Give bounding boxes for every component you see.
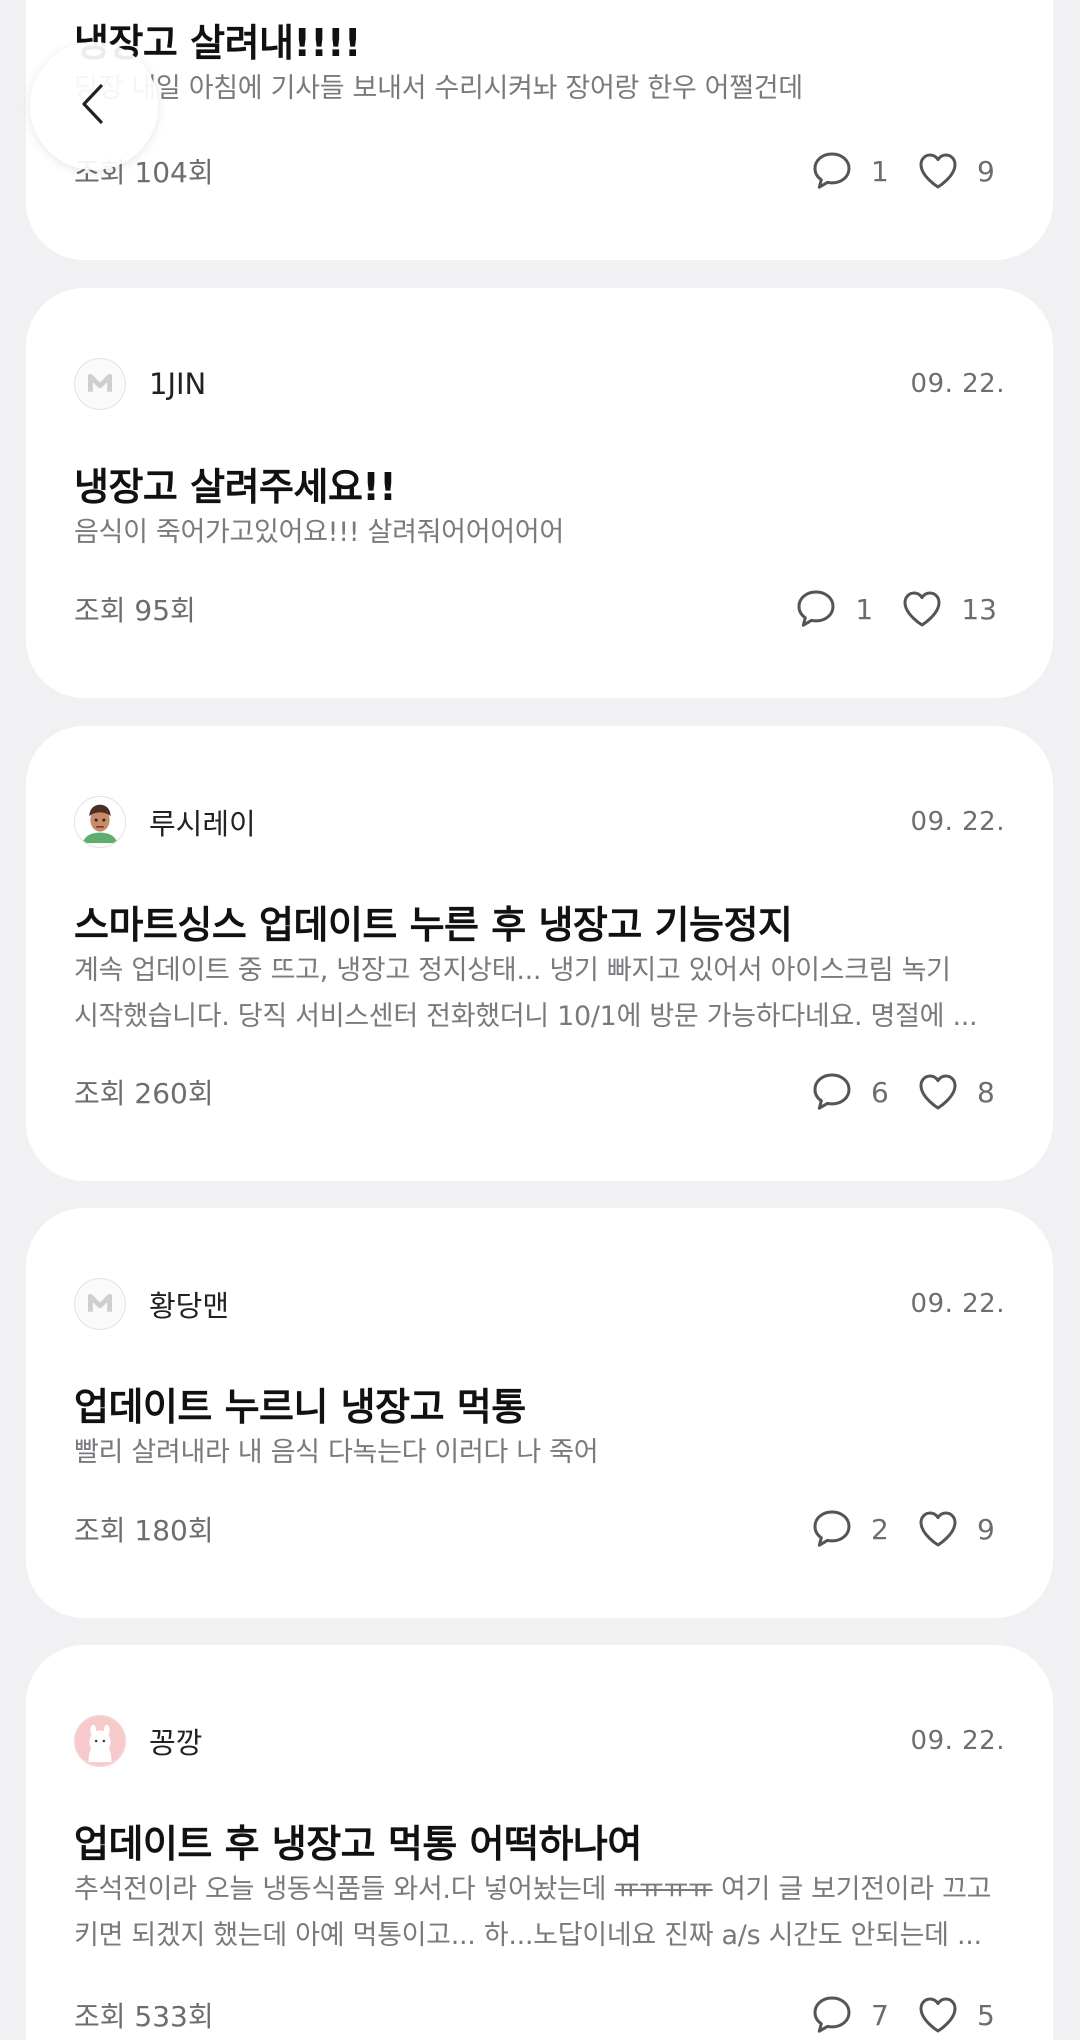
post-title: 스마트싱스 업데이트 누른 후 냉장고 기능정지	[74, 903, 793, 947]
author-name[interactable]: 1JIN	[149, 367, 206, 401]
post-stats: 조회 533회 7 5	[74, 1990, 1005, 2040]
like-count: 5	[977, 1998, 995, 2032]
excerpt-line: 음식이 죽어가고있어요!!! 살려줘어어어어어	[74, 517, 564, 548]
view-count: 조회 180회	[74, 1514, 214, 1547]
comment-count: 1	[855, 592, 874, 626]
heart-icon[interactable]	[915, 1506, 961, 1552]
excerpt-line: 계속 업데이트 중 뜨고, 냉장고 정지상태... 냉기 빠지고 있어서 아이스…	[74, 955, 951, 986]
post-title: 냉장고 살려주세요!!	[74, 465, 397, 509]
like-count: 8	[977, 1075, 995, 1109]
heart-icon[interactable]	[899, 586, 945, 632]
post-card[interactable]: 황당맨 09. 22. 업데이트 누르니 냉장고 먹통 빨리 살려내라 내 음식…	[26, 1208, 1053, 1618]
author-name[interactable]: 루시레이	[149, 801, 256, 843]
like-count: 13	[961, 592, 997, 626]
comment-icon[interactable]	[809, 1506, 855, 1552]
post-stats: 조회 95회 1 13	[74, 584, 1005, 634]
excerpt-line: 빨리 살려내라 내 음식 다녹는다 이러다 나 죽어	[74, 1437, 599, 1468]
post-date: 09. 22.	[910, 369, 1005, 399]
post-date: 09. 22.	[910, 807, 1005, 837]
comment-count: 2	[871, 1512, 889, 1546]
excerpt-line: 추석전이라 오늘 냉동식품들 와서.다 넣어놨는데 ㅠㅠㅠㅠ 여기 글 보기전이…	[74, 1867, 1005, 1913]
excerpt-line: 키면 되겠지 했는데 아예 먹통이고... 하...노답이네요 진짜 a/s 시…	[74, 1920, 982, 1951]
post-title: 냉장고 살려내!!!!	[74, 21, 361, 65]
post-card[interactable]: 루시레이 09. 22. 스마트싱스 업데이트 누른 후 냉장고 기능정지 계속…	[26, 726, 1053, 1181]
comment-icon[interactable]	[809, 148, 855, 194]
author-name[interactable]: 꽁깡	[149, 1720, 202, 1762]
post-date: 09. 22.	[910, 1726, 1005, 1756]
heart-icon[interactable]	[915, 1069, 961, 1115]
post-stats: 조회 180회 2 9	[74, 1504, 1005, 1554]
post-stats: 조회 104회 1 9	[74, 146, 1005, 196]
view-count: 조회 533회	[74, 2000, 214, 2033]
back-button[interactable]	[30, 42, 158, 170]
post-excerpt: 계속 업데이트 중 뜨고, 냉장고 정지상태... 냉기 빠지고 있어서 아이스…	[74, 948, 1005, 1040]
post-card[interactable]: 냉장고 살려내!!!! 당장 내일 아침에 기사들 보내서 수리시켜놔 장어랑 …	[26, 0, 1053, 260]
comment-icon[interactable]	[809, 1069, 855, 1115]
post-stats: 조회 260회 6 8	[74, 1067, 1005, 1117]
comment-icon[interactable]	[793, 586, 839, 632]
community-feed: 냉장고 살려내!!!! 당장 내일 아침에 기사들 보내서 수리시켜놔 장어랑 …	[0, 0, 1080, 2040]
author-row: 황당맨 09. 22.	[74, 1278, 1005, 1330]
author-row: 루시레이 09. 22.	[74, 796, 1005, 848]
post-date: 09. 22.	[910, 1289, 1005, 1319]
comment-icon[interactable]	[809, 1992, 855, 2038]
comment-count: 6	[871, 1075, 889, 1109]
excerpt-text: 추석전이라 오늘 냉동식품들 와서.다 넣어놨는데	[74, 1874, 615, 1905]
excerpt-text: 여기 글 보기전이라 끄고	[712, 1874, 992, 1905]
post-title: 업데이트 누르니 냉장고 먹통	[74, 1385, 526, 1429]
post-excerpt: 음식이 죽어가고있어요!!! 살려줘어어어어어	[74, 510, 1005, 556]
excerpt-line: 시작했습니다. 당직 서비스센터 전화했더니 10/1에 방문 가능하다네요. …	[74, 1001, 978, 1032]
post-card[interactable]: 꽁깡 09. 22. 업데이트 후 냉장고 먹통 어떡하나여 추석전이라 오늘 …	[26, 1645, 1053, 2040]
heart-icon[interactable]	[915, 1992, 961, 2038]
excerpt-strikethrough: ㅠㅠㅠㅠ	[614, 1874, 713, 1905]
author-row: 꽁깡 09. 22.	[74, 1715, 1005, 1767]
excerpt-line: 당장 내일 아침에 기사들 보내서 수리시켜놔 장어랑 한우 어쩔건데	[74, 73, 803, 104]
author-name[interactable]: 황당맨	[149, 1283, 229, 1325]
author-row: 1JIN 09. 22.	[74, 358, 1005, 410]
view-count: 조회 260회	[74, 1077, 214, 1110]
like-count: 9	[977, 154, 995, 188]
post-excerpt: 추석전이라 오늘 냉동식품들 와서.다 넣어놨는데 ㅠㅠㅠㅠ 여기 글 보기전이…	[74, 1867, 1005, 1959]
moomin-avatar-icon	[74, 1715, 126, 1767]
heart-icon[interactable]	[915, 148, 961, 194]
chevron-left-icon	[70, 80, 118, 132]
post-excerpt: 빨리 살려내라 내 음식 다녹는다 이러다 나 죽어	[74, 1430, 1005, 1476]
comment-count: 1	[871, 154, 889, 188]
character-avatar-icon	[74, 796, 126, 848]
like-count: 9	[977, 1512, 995, 1546]
post-title: 업데이트 후 냉장고 먹통 어떡하나여	[74, 1822, 642, 1866]
post-excerpt: 당장 내일 아침에 기사들 보내서 수리시켜놔 장어랑 한우 어쩔건데	[74, 66, 1005, 112]
post-card[interactable]: 1JIN 09. 22. 냉장고 살려주세요!! 음식이 죽어가고있어요!!! …	[26, 288, 1053, 698]
view-count: 조회 95회	[74, 594, 196, 627]
m-logo-icon	[74, 1278, 126, 1330]
m-logo-icon	[74, 358, 126, 410]
comment-count: 7	[871, 1998, 889, 2032]
